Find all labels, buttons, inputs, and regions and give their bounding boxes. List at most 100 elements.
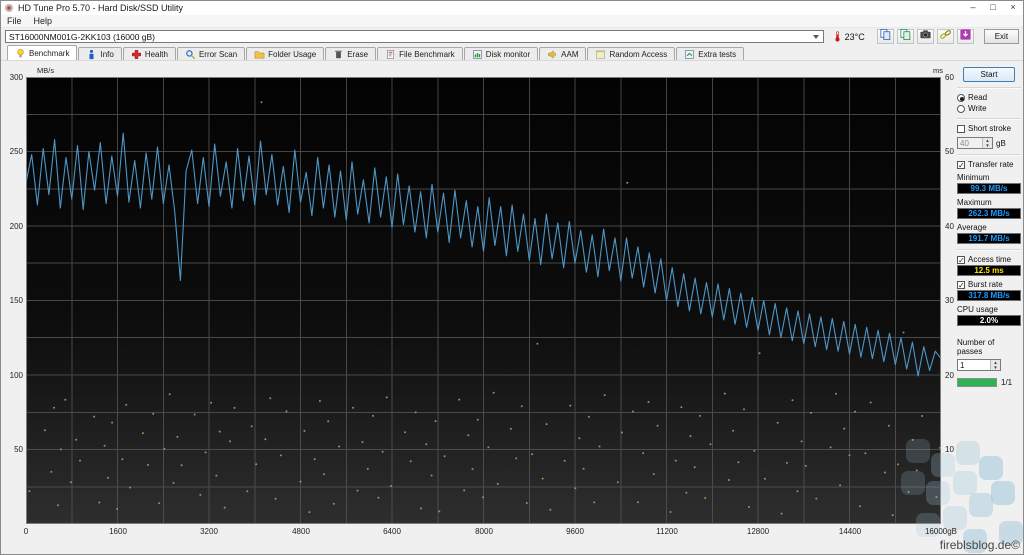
right-axis-tick: 20 — [945, 371, 954, 380]
stepper-down-icon[interactable]: ▼ — [991, 365, 1000, 370]
link-icon — [939, 28, 952, 46]
passes-stepper[interactable]: 1 ▲ ▼ — [957, 359, 1001, 371]
tab-benchmark[interactable]: Benchmark — [7, 45, 78, 60]
temperature-indicator: 23°C — [832, 30, 865, 43]
bulb-icon — [15, 48, 26, 59]
x-axis-tick: 11200 — [656, 527, 678, 536]
short-stroke-checkbox[interactable] — [957, 124, 965, 133]
read-radio[interactable] — [957, 93, 965, 102]
cpu-usage-label: CPU usage — [957, 305, 998, 314]
benchmark-side-panel: Start Read Write Short stroke 40 ▲▼ gB T… — [957, 65, 1021, 387]
maximum-label: Maximum — [957, 198, 992, 207]
short-stroke-unit: gB — [996, 138, 1006, 148]
drive-selector[interactable]: ST16000NM001G-2KK103 (16000 gB) — [5, 30, 824, 43]
right-axis-unit: ms — [933, 66, 943, 75]
tab-folder-usage[interactable]: Folder Usage — [246, 47, 325, 60]
access-time-label: Access time — [968, 255, 1012, 264]
save-results-button[interactable] — [956, 28, 974, 44]
magnifier-icon — [185, 49, 196, 60]
short-stroke-label: Short stroke — [968, 124, 1012, 133]
progress-bar-fill — [958, 379, 996, 386]
tab-label: Folder Usage — [268, 49, 317, 59]
tab-erase[interactable]: Erase — [325, 47, 377, 60]
toolbar: ST16000NM001G-2KK103 (16000 gB) 23°C Exi… — [1, 28, 1023, 45]
separator — [957, 87, 1021, 89]
camera-icon — [919, 28, 932, 46]
exit-button[interactable]: Exit — [983, 29, 1019, 44]
burst-rate-label: Burst rate — [968, 280, 1003, 289]
tab-label: Benchmark — [29, 48, 70, 58]
copy-image-button[interactable] — [896, 28, 914, 46]
x-axis-tick: 9600 — [566, 527, 584, 536]
copy-image-icon — [899, 28, 912, 46]
burst-rate-checkbox[interactable] — [957, 280, 965, 289]
transfer-rate-checkbox[interactable] — [957, 160, 965, 169]
x-axis-tick: 14400 — [838, 527, 862, 536]
blog-watermark-text: fireblsblog.de© — [939, 538, 1020, 552]
health-icon — [131, 49, 142, 60]
average-label: Average — [957, 223, 987, 232]
tab-label: Error Scan — [198, 49, 238, 59]
separator — [957, 249, 1021, 251]
close-button[interactable]: × — [1003, 1, 1023, 15]
tab-aam[interactable]: AAM — [539, 47, 587, 60]
average-value: 191.7 MB/s — [957, 233, 1021, 244]
speaker-icon — [547, 49, 558, 60]
benchmark-plot — [25, 77, 942, 524]
tab-label: AAM — [561, 49, 579, 59]
write-radio-label: Write — [968, 104, 987, 113]
copy-text-button[interactable] — [876, 28, 894, 46]
tab-label: Erase — [347, 49, 369, 59]
passes-value: 1 — [960, 361, 965, 370]
right-axis-tick: 60 — [945, 73, 954, 82]
menu-help[interactable]: Help — [32, 16, 59, 26]
right-axis-tick: 30 — [945, 296, 954, 305]
app-icon — [5, 4, 13, 12]
left-axis-tick: 100 — [9, 371, 23, 380]
folder-icon — [254, 49, 265, 60]
maximize-button[interactable]: □ — [983, 1, 1003, 15]
cpu-usage-value: 2.0% — [957, 315, 1021, 326]
x-axis-tick: 8000 — [475, 527, 493, 536]
write-radio[interactable] — [957, 104, 965, 113]
x-axis-tick: 3200 — [200, 527, 218, 536]
x-axis-tick: 4800 — [292, 527, 310, 536]
extra-icon — [684, 49, 695, 60]
thermometer-icon — [835, 31, 840, 42]
chevron-down-icon[interactable] — [810, 31, 823, 42]
window-title: HD Tune Pro 5.70 - Hard Disk/SSD Utility — [18, 3, 184, 13]
title-bar: HD Tune Pro 5.70 - Hard Disk/SSD Utility… — [1, 1, 1023, 15]
tab-disk-monitor[interactable]: Disk monitor — [463, 47, 539, 60]
start-button[interactable]: Start — [963, 67, 1015, 82]
tab-label: Disk monitor — [485, 49, 531, 59]
erase-icon — [333, 49, 344, 60]
left-axis-tick: 200 — [9, 222, 23, 231]
tab-error-scan[interactable]: Error Scan — [176, 47, 246, 60]
left-axis-tick: 300 — [9, 73, 23, 82]
transfer-rate-label: Transfer rate — [968, 160, 1014, 169]
tab-label: Info — [100, 49, 114, 59]
access-time-checkbox[interactable] — [957, 255, 965, 264]
link-button[interactable] — [936, 28, 954, 46]
left-axis-tick: 250 — [9, 147, 23, 156]
tab-extra-tests[interactable]: Extra tests — [676, 47, 745, 60]
separator — [957, 154, 1021, 156]
stepper-down-icon[interactable]: ▼ — [983, 143, 992, 148]
tab-file-benchmark[interactable]: File Benchmark — [377, 47, 463, 60]
screenshot-button[interactable] — [916, 28, 934, 46]
progress-label: 1/1 — [1001, 378, 1013, 387]
tab-random-access[interactable]: Random Access — [587, 47, 676, 60]
menu-bar: File Help — [1, 15, 1023, 28]
copy-icon — [879, 28, 892, 46]
file-icon — [385, 49, 396, 60]
benchmark-chart — [25, 77, 942, 524]
toolbar-buttons — [876, 28, 974, 46]
x-axis-tick: 16000gB — [924, 527, 958, 536]
tab-info[interactable]: Info — [78, 47, 122, 60]
tab-bar: Benchmark Info Health Error Scan Folder Usag… — [1, 45, 1023, 61]
temperature-value: 23°C — [844, 31, 865, 42]
tab-health[interactable]: Health — [122, 47, 176, 60]
minimize-button[interactable]: – — [963, 1, 983, 15]
menu-file[interactable]: File — [5, 16, 28, 26]
separator — [957, 118, 1021, 120]
